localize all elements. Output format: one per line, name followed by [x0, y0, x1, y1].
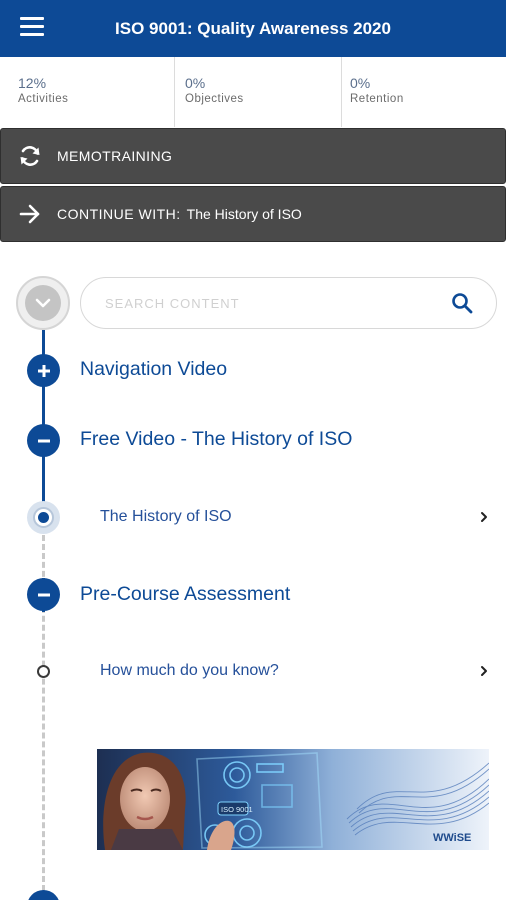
continue-item-name: The History of ISO: [186, 206, 302, 222]
search-icon[interactable]: [450, 291, 474, 315]
app-header: ISO 9001: Quality Awareness 2020: [0, 0, 506, 57]
continue-label: CONTINUE WITH:: [57, 206, 181, 222]
banner-logo-text: WWiSE: [433, 832, 471, 844]
stat-retention: 0% Retention: [341, 57, 506, 127]
course-title: ISO 9001: Quality Awareness 2020: [115, 19, 391, 38]
activity-status-marker: [37, 665, 50, 678]
minus-icon: [37, 439, 50, 442]
continue-with-button[interactable]: CONTINUE WITH: The History of ISO: [0, 186, 506, 242]
refresh-icon: [17, 143, 43, 169]
minus-icon: [37, 593, 50, 596]
stat-label: Activities: [18, 93, 69, 105]
search-bar: [80, 277, 497, 329]
activity-item-history-of-iso[interactable]: The History of ISO: [100, 497, 490, 537]
next-section-node[interactable]: [27, 890, 60, 900]
stat-value: 0%: [185, 75, 206, 91]
chevron-down-icon: [25, 285, 61, 321]
current-activity-marker: [27, 501, 60, 534]
stat-value: 0%: [350, 75, 371, 91]
stat-objectives: 0% Objectives: [174, 57, 341, 127]
memotraining-button[interactable]: MEMOTRAINING: [0, 128, 506, 184]
banner-chip-text: ISO 9001: [221, 805, 253, 814]
expand-section-button[interactable]: [27, 354, 60, 387]
activity-label: The History of ISO: [100, 508, 232, 525]
stat-label: Retention: [350, 93, 404, 105]
search-input[interactable]: [105, 278, 450, 328]
section-title-navigation-video[interactable]: Navigation Video: [80, 358, 227, 381]
course-banner-image[interactable]: ISO 9001 WWiSE: [97, 749, 489, 850]
section-title-free-video[interactable]: Free Video - The History of ISO: [80, 428, 352, 451]
chevron-right-icon: [481, 512, 487, 522]
section-title-pre-course-assessment[interactable]: Pre-Course Assessment: [80, 583, 290, 606]
stat-value: 12%: [18, 75, 47, 91]
collapse-section-button[interactable]: [27, 578, 60, 611]
arrow-right-icon: [17, 201, 43, 227]
collapse-section-button[interactable]: [27, 424, 60, 457]
stat-label: Objectives: [185, 93, 244, 105]
hamburger-menu-icon[interactable]: [20, 17, 44, 39]
progress-stats: 12% Activities 0% Objectives 0% Retentio…: [0, 57, 506, 127]
memotraining-label: MEMOTRAINING: [57, 148, 173, 164]
stat-activities: 12% Activities: [0, 57, 174, 127]
plus-icon: [37, 364, 50, 377]
app-screen: ISO 9001: Quality Awareness 2020 12% Act…: [0, 0, 506, 900]
collapse-all-button[interactable]: [16, 276, 70, 330]
activity-label: How much do you know?: [100, 662, 279, 679]
activity-item-how-much-do-you-know[interactable]: How much do you know?: [100, 651, 490, 691]
chevron-right-icon: [481, 666, 487, 676]
